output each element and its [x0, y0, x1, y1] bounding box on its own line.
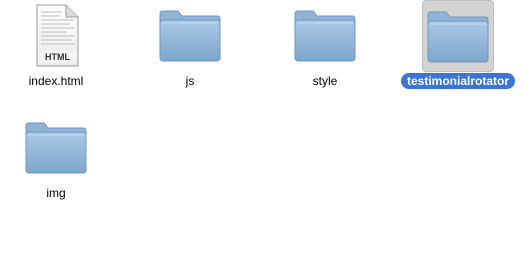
- folder-item-img[interactable]: img: [0, 112, 121, 222]
- folder-icon: [154, 0, 226, 72]
- html-document-icon: HTML: [20, 0, 92, 72]
- folder-icon: [289, 0, 361, 72]
- html-badge-label: HTML: [45, 52, 70, 62]
- folder-item-js[interactable]: js: [125, 0, 255, 110]
- finder-icon-view: { "selection_color": "#3875d7", "folder_…: [0, 0, 530, 275]
- folder-label-style: style: [312, 74, 338, 88]
- folder-label-img: img: [46, 186, 66, 200]
- folder-label-testimonialrotator: testimonialrotator: [400, 73, 515, 89]
- folder-icon: [20, 112, 92, 184]
- folder-label-js: js: [185, 74, 195, 88]
- folder-item-testimonialrotator[interactable]: testimonialrotator: [393, 0, 523, 110]
- folder-item-style[interactable]: style: [260, 0, 390, 110]
- file-item-index-html[interactable]: HTML index.html: [0, 0, 121, 110]
- folder-icon: [422, 0, 494, 72]
- file-label-index-html: index.html: [28, 74, 84, 88]
